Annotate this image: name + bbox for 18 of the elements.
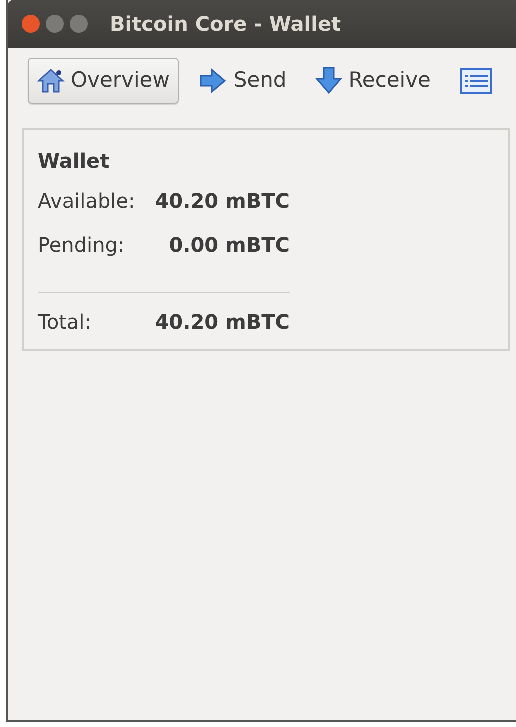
toolbar-button[interactable]: Overview: [28, 58, 179, 104]
home-icon: [37, 67, 65, 95]
minimize-button[interactable]: [46, 15, 64, 33]
maximize-button[interactable]: [70, 15, 88, 33]
balance-value: 0.00 mBTC: [168, 232, 290, 259]
right-arrow-icon: [198, 67, 228, 95]
balance-value: 40.20 mBTC: [155, 309, 290, 336]
balance-label: Pending:: [38, 232, 126, 259]
section-heading: Wallet: [38, 148, 111, 175]
close-button[interactable]: [22, 15, 40, 33]
balance-label: Available:: [38, 188, 136, 215]
list-icon[interactable]: [460, 67, 492, 95]
window-title: Bitcoin Core - Wallet: [110, 11, 342, 38]
toolbar-button[interactable]: Send: [188, 58, 296, 104]
down-arrow-icon: [314, 66, 343, 96]
balance-value: 40.20 mBTC: [155, 188, 290, 215]
toolbar-button[interactable]: Receive: [306, 58, 440, 104]
balance-label: Total:: [38, 309, 92, 336]
